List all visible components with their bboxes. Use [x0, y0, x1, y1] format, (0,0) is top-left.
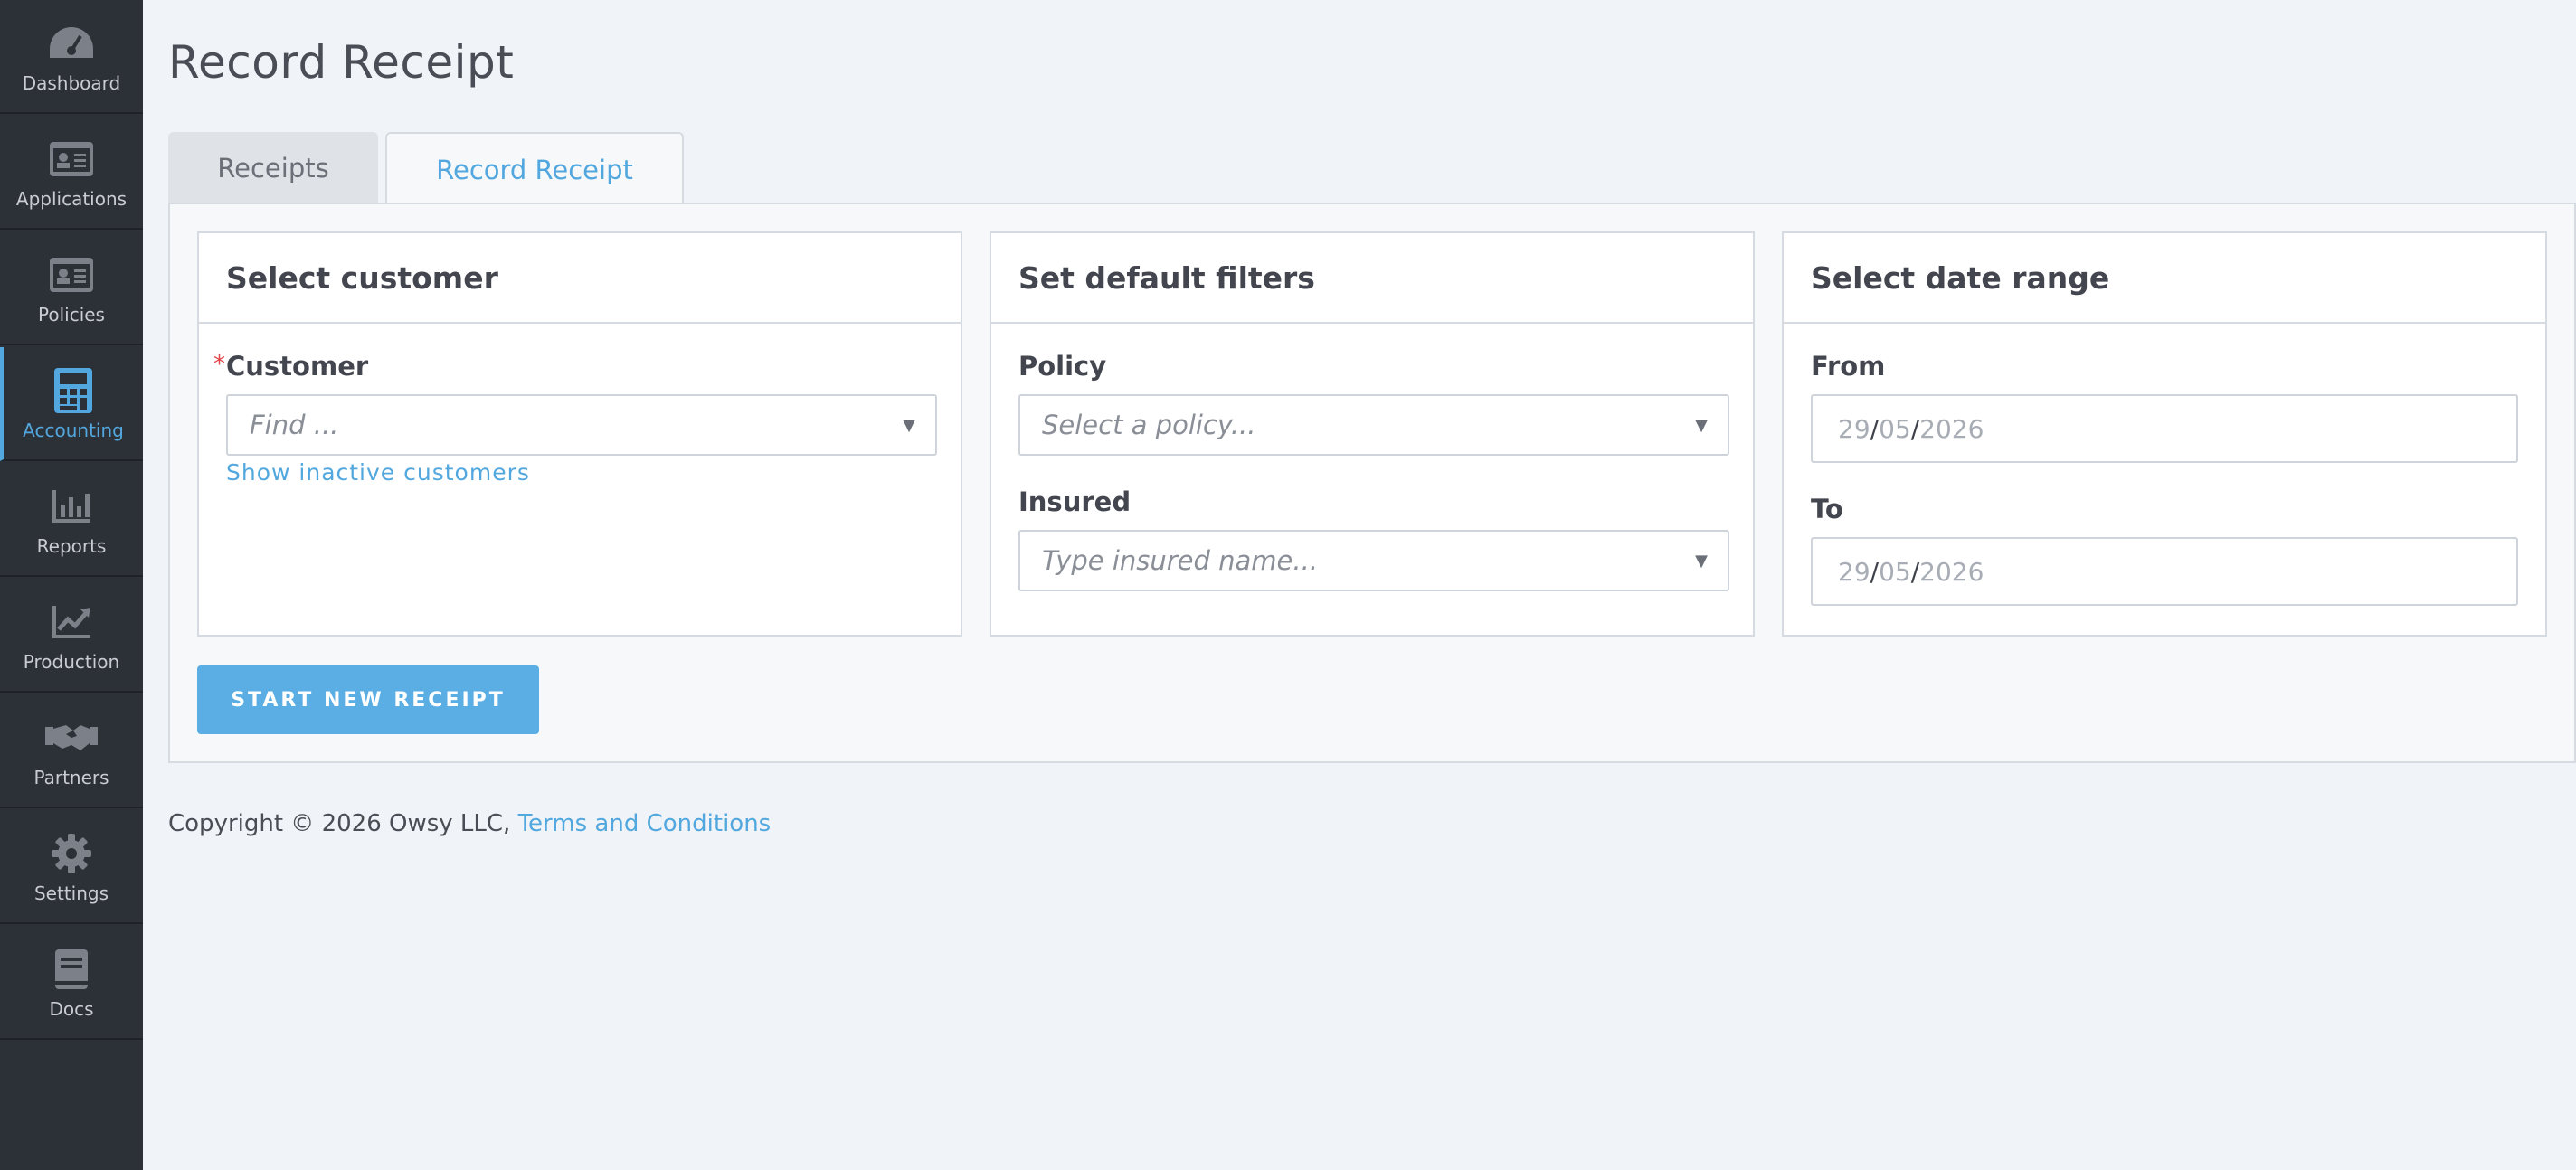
- sidebar-item-label: Partners: [33, 767, 109, 788]
- to-label: To: [1811, 494, 1843, 524]
- card-title: Select customer: [199, 233, 961, 324]
- sidebar-item-label: Applications: [15, 188, 128, 210]
- required-marker: *: [213, 351, 225, 378]
- select-customer-card: Select customer * Customer Find ... ▼ Sh…: [197, 231, 962, 637]
- from-date-input[interactable]: 29/05/2026: [1811, 394, 2518, 463]
- sidebar-item-docs[interactable]: Docs: [0, 926, 143, 1040]
- sidebar-item-label: Settings: [33, 882, 109, 904]
- tab-receipts[interactable]: Receipts: [168, 132, 378, 204]
- date-range-card: Select date range From 29/05/2026 To 29/…: [1782, 231, 2547, 637]
- sidebar-item-label: Policies: [38, 304, 105, 326]
- sidebar-item-accounting[interactable]: Accounting: [0, 347, 143, 461]
- caret-down-icon[interactable]: ▼: [1695, 552, 1708, 571]
- start-new-receipt-button[interactable]: START NEW RECEIPT: [197, 665, 539, 734]
- sidebar-item-policies[interactable]: Policies: [0, 231, 143, 345]
- calculator-icon: [53, 367, 93, 414]
- dashboard-icon: [48, 20, 95, 67]
- handshake-icon: [44, 714, 99, 761]
- policy-select[interactable]: Select a policy... ▼: [1018, 394, 1729, 456]
- sidebar-item-production[interactable]: Production: [0, 579, 143, 693]
- date-year: 2026: [1919, 413, 1984, 444]
- bar-chart-icon: [51, 483, 92, 530]
- caret-down-icon[interactable]: ▼: [903, 416, 915, 435]
- sidebar-item-label: Docs: [49, 998, 94, 1020]
- insured-label: Insured: [1018, 486, 1132, 517]
- caret-down-icon[interactable]: ▼: [1695, 416, 1708, 435]
- sidebar-item-label: Production: [23, 651, 120, 673]
- date-month: 05: [1879, 413, 1911, 444]
- book-icon: [53, 946, 90, 993]
- date-month: 05: [1879, 556, 1911, 587]
- sidebar-item-partners[interactable]: Partners: [0, 694, 143, 808]
- policy-placeholder: Select a policy...: [1042, 410, 1256, 440]
- sidebar-item-dashboard[interactable]: Dashboard: [0, 0, 143, 114]
- card-title: Set default filters: [991, 233, 1753, 324]
- tab-record-receipt[interactable]: Record Receipt: [385, 132, 684, 206]
- sidebar-item-label: Reports: [36, 535, 107, 557]
- date-day: 29: [1838, 413, 1870, 444]
- customer-label: Customer: [226, 351, 369, 382]
- line-chart-icon: [51, 599, 92, 646]
- insured-select[interactable]: Type insured name... ▼: [1018, 530, 1729, 591]
- id-card-icon: [49, 251, 94, 298]
- sidebar-item-label: Dashboard: [22, 72, 121, 94]
- show-inactive-customers-link[interactable]: Show inactive customers: [226, 459, 530, 486]
- policy-label: Policy: [1018, 351, 1107, 382]
- footer: Copyright © 2026 Owsy LLC, Terms and Con…: [168, 810, 771, 837]
- copyright-text: Copyright © 2026 Owsy LLC,: [168, 810, 511, 837]
- default-filters-card: Set default filters Policy Select a poli…: [990, 231, 1755, 637]
- from-label: From: [1811, 351, 1886, 382]
- id-card-icon: [49, 136, 94, 183]
- date-year: 2026: [1919, 556, 1984, 587]
- sidebar-item-reports[interactable]: Reports: [0, 463, 143, 577]
- date-day: 29: [1838, 556, 1870, 587]
- customer-select[interactable]: Find ... ▼: [226, 394, 937, 456]
- to-date-input[interactable]: 29/05/2026: [1811, 537, 2518, 606]
- sidebar: Dashboard Applications Policies Accounti…: [0, 0, 143, 1170]
- terms-link[interactable]: Terms and Conditions: [518, 810, 772, 837]
- sidebar-item-label: Accounting: [23, 420, 124, 441]
- customer-placeholder: Find ...: [250, 410, 339, 440]
- sidebar-item-applications[interactable]: Applications: [0, 116, 143, 230]
- page-title: Record Receipt: [168, 36, 515, 89]
- sidebar-item-settings[interactable]: Settings: [0, 810, 143, 924]
- insured-placeholder: Type insured name...: [1042, 545, 1319, 576]
- gear-icon: [51, 830, 92, 877]
- card-title: Select date range: [1784, 233, 2545, 324]
